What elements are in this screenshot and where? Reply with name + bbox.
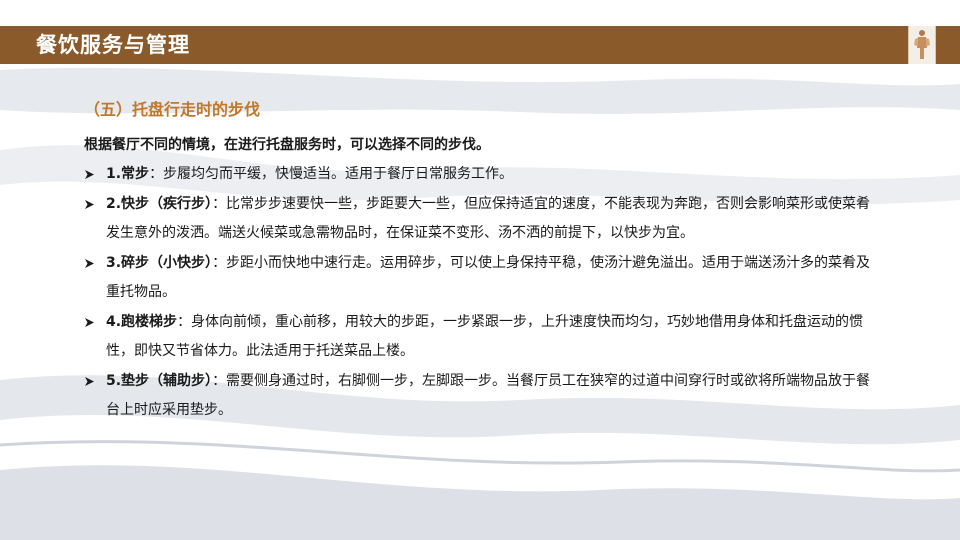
list-item-head: 3.碎步（小快步） [106, 255, 213, 271]
list-item-head: 4.跑楼梯步 [106, 314, 178, 330]
intro-text: 根据餐厅不同的情境，在进行托盘服务时，可以选择不同的步伐。 [84, 137, 490, 153]
list-item: 3.碎步（小快步）：步距小而快地中速行走。运用碎步，可以使上身保持平稳，使汤汁避… [84, 249, 884, 307]
list-item: 1.常步：步履均匀而平缓，快慢适当。适用于餐厅日常服务工作。 [84, 160, 884, 189]
content-area: （五）托盘行走时的步伐 根据餐厅不同的情境，在进行托盘服务时，可以选择不同的步伐… [84, 96, 884, 426]
list-item-head: 2.快步（疾行步） [106, 196, 213, 212]
list-item-body: ：比常步步速要快一些，步距要大一些，但应保持适宜的速度，不能表现为奔跑，否则会影… [106, 196, 871, 241]
list-item: 2.快步（疾行步）：比常步步速要快一些，步距要大一些，但应保持适宜的速度，不能表… [84, 190, 884, 248]
list-item-body: ：身体向前倾，重心前移，用较大的步距，一步紧跟一步，上升速度快而均匀，巧妙地借用… [106, 314, 864, 359]
header-title: 餐饮服务与管理 [36, 33, 190, 57]
header-bar: 餐饮服务与管理 [0, 26, 960, 64]
list-item-body: ：步距小而快地中速行走。运用碎步，可以使上身保持平稳，使汤汁避免溢出。适用于端送… [106, 255, 871, 300]
arrow-bullet-icon [84, 190, 98, 219]
arrow-bullet-icon [84, 367, 98, 396]
figure-logo-icon [908, 26, 936, 64]
list-item-body: ：步履均匀而平缓，快慢适当。适用于餐厅日常服务工作。 [149, 166, 514, 182]
list-item-body: ：需要侧身通过时，右脚侧一步，左脚跟一步。当餐厅员工在狭窄的过道中间穿行时或欲将… [106, 373, 871, 418]
list-item: 4.跑楼梯步：身体向前倾，重心前移，用较大的步距，一步紧跟一步，上升速度快而均匀… [84, 308, 884, 366]
list-item: 5.垫步（辅助步）：需要侧身通过时，右脚侧一步，左脚跟一步。当餐厅员工在狭窄的过… [84, 367, 884, 425]
section-title: （五）托盘行走时的步伐 [84, 100, 261, 119]
list-item-head: 1.常步 [106, 166, 150, 182]
arrow-bullet-icon [84, 308, 98, 337]
arrow-bullet-icon [84, 160, 98, 189]
arrow-bullet-icon [84, 249, 98, 278]
list-item-head: 5.垫步（辅助步） [106, 373, 213, 389]
